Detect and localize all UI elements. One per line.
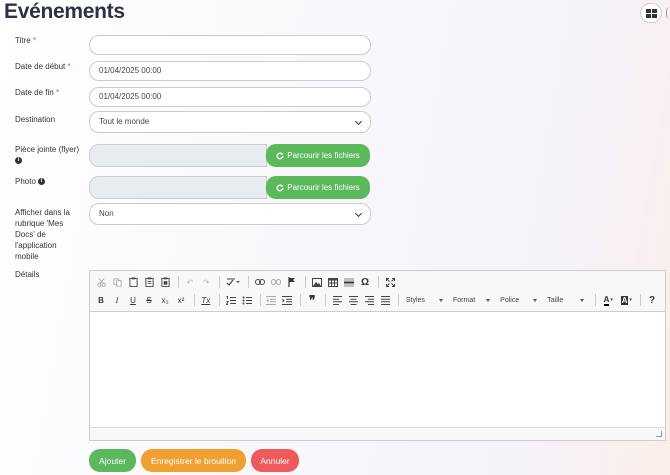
text-color-icon[interactable]: A ▾ (600, 292, 616, 308)
details-label: Détails (15, 270, 40, 279)
special-char-icon[interactable]: Ω (358, 274, 372, 290)
blockquote-icon[interactable]: ❞ (305, 292, 319, 308)
toolbar-separator (194, 294, 195, 306)
edge-icon (666, 7, 670, 19)
toolbar-row-1: ↶ ↷ Ω (94, 273, 661, 291)
align-right-icon[interactable] (362, 292, 376, 308)
info-icon: i (38, 178, 46, 186)
destination-select[interactable]: Tout le monde (89, 111, 371, 133)
table-icon[interactable] (326, 274, 340, 290)
editor-toolbar: ↶ ↷ Ω B I U S x₂ x² Tx ❞ Styles Format P… (90, 271, 665, 312)
size-combo[interactable]: Taille (544, 294, 587, 307)
subscript-button[interactable]: x₂ (158, 292, 172, 308)
redo-icon[interactable]: ↷ (199, 274, 213, 290)
font-combo[interactable]: Police (497, 294, 540, 307)
toolbar-separator (300, 294, 302, 306)
bullet-list-icon[interactable] (240, 292, 254, 308)
outdent-icon[interactable] (264, 292, 278, 308)
paste-text-icon[interactable] (142, 274, 156, 290)
date-debut-input[interactable]: 01/04/2025 00:00 (89, 61, 371, 81)
link-icon[interactable] (253, 274, 267, 290)
spellcheck-icon[interactable] (224, 274, 242, 290)
editor-resize-bar[interactable] (90, 427, 665, 440)
strike-button[interactable]: S (142, 292, 156, 308)
mes-docs-value: Non (99, 209, 114, 218)
piece-jointe-file-input[interactable] (89, 144, 267, 167)
help-button[interactable]: ? (645, 292, 659, 308)
mes-docs-label: Afficher dans la rubrique 'Mes Docs' de … (15, 208, 70, 261)
piece-jointe-browse-button[interactable]: Parcourir les fichiers (266, 144, 370, 167)
mes-docs-select[interactable]: Non (89, 203, 371, 225)
image-icon[interactable] (310, 274, 324, 290)
toolbar-separator (595, 294, 597, 306)
paste-word-icon[interactable] (158, 274, 172, 290)
toolbar-row-2: B I U S x₂ x² Tx ❞ Styles Format Police (94, 291, 661, 309)
editor-content-area[interactable] (90, 312, 665, 427)
background-color-icon[interactable]: A ▾ (618, 292, 634, 308)
add-button[interactable]: Ajouter (89, 449, 136, 472)
italic-button[interactable]: I (110, 292, 124, 308)
align-justify-icon[interactable] (378, 292, 392, 308)
photo-browse-button[interactable]: Parcourir les fichiers (266, 176, 370, 199)
destination-label: Destination (15, 115, 56, 124)
paste-icon[interactable] (126, 274, 140, 290)
toolbar-separator (378, 276, 379, 288)
grid-icon[interactable] (640, 3, 662, 23)
date-debut-label: Date de début * (15, 62, 71, 71)
bold-button[interactable]: B (94, 292, 108, 308)
undo-icon[interactable]: ↶ (183, 274, 197, 290)
photo-label: Photo i (15, 176, 46, 187)
toolbar-separator (325, 294, 327, 306)
toolbar-separator (640, 294, 642, 306)
refresh-icon (276, 151, 284, 159)
indent-icon[interactable] (280, 292, 294, 308)
toolbar-separator (305, 276, 306, 288)
save-draft-button[interactable]: Enregistrer le brouillon (141, 449, 246, 472)
titre-input[interactable] (89, 35, 371, 55)
page-title: Evénements (4, 0, 125, 23)
rich-text-editor: ↶ ↷ Ω B I U S x₂ x² Tx ❞ Styles Format P… (89, 270, 666, 441)
cancel-button[interactable]: Annuler (251, 449, 299, 472)
horizontal-rule-icon[interactable] (342, 274, 356, 290)
top-icons (640, 3, 670, 23)
align-left-icon[interactable] (330, 292, 344, 308)
date-fin-label: Date de fin * (15, 88, 60, 97)
unlink-icon[interactable] (269, 274, 283, 290)
piece-jointe-label: Pièce jointe (flyer) i (15, 145, 80, 165)
maximize-icon[interactable] (383, 274, 397, 290)
date-fin-input[interactable]: 01/04/2025 00:00 (89, 87, 371, 107)
toolbar-separator (259, 294, 261, 306)
refresh-icon (276, 183, 284, 191)
toolbar-separator (178, 276, 179, 288)
toolbar-separator (248, 276, 249, 288)
numbered-list-icon[interactable] (224, 292, 238, 308)
align-center-icon[interactable] (346, 292, 360, 308)
remove-format-button[interactable]: Tx (199, 292, 213, 308)
superscript-button[interactable]: x² (174, 292, 188, 308)
toolbar-separator (398, 294, 399, 306)
cut-icon[interactable] (94, 274, 108, 290)
info-icon: i (15, 157, 22, 165)
toolbar-separator (218, 294, 220, 306)
anchor-icon[interactable] (285, 274, 299, 290)
photo-file-input[interactable] (89, 176, 267, 199)
destination-value: Tout le monde (99, 117, 150, 126)
copy-icon[interactable] (110, 274, 124, 290)
styles-combo[interactable]: Styles (403, 294, 446, 307)
titre-label: Titre * (15, 36, 37, 45)
format-combo[interactable]: Format (450, 294, 493, 307)
toolbar-separator (219, 276, 220, 288)
underline-button[interactable]: U (126, 292, 140, 308)
